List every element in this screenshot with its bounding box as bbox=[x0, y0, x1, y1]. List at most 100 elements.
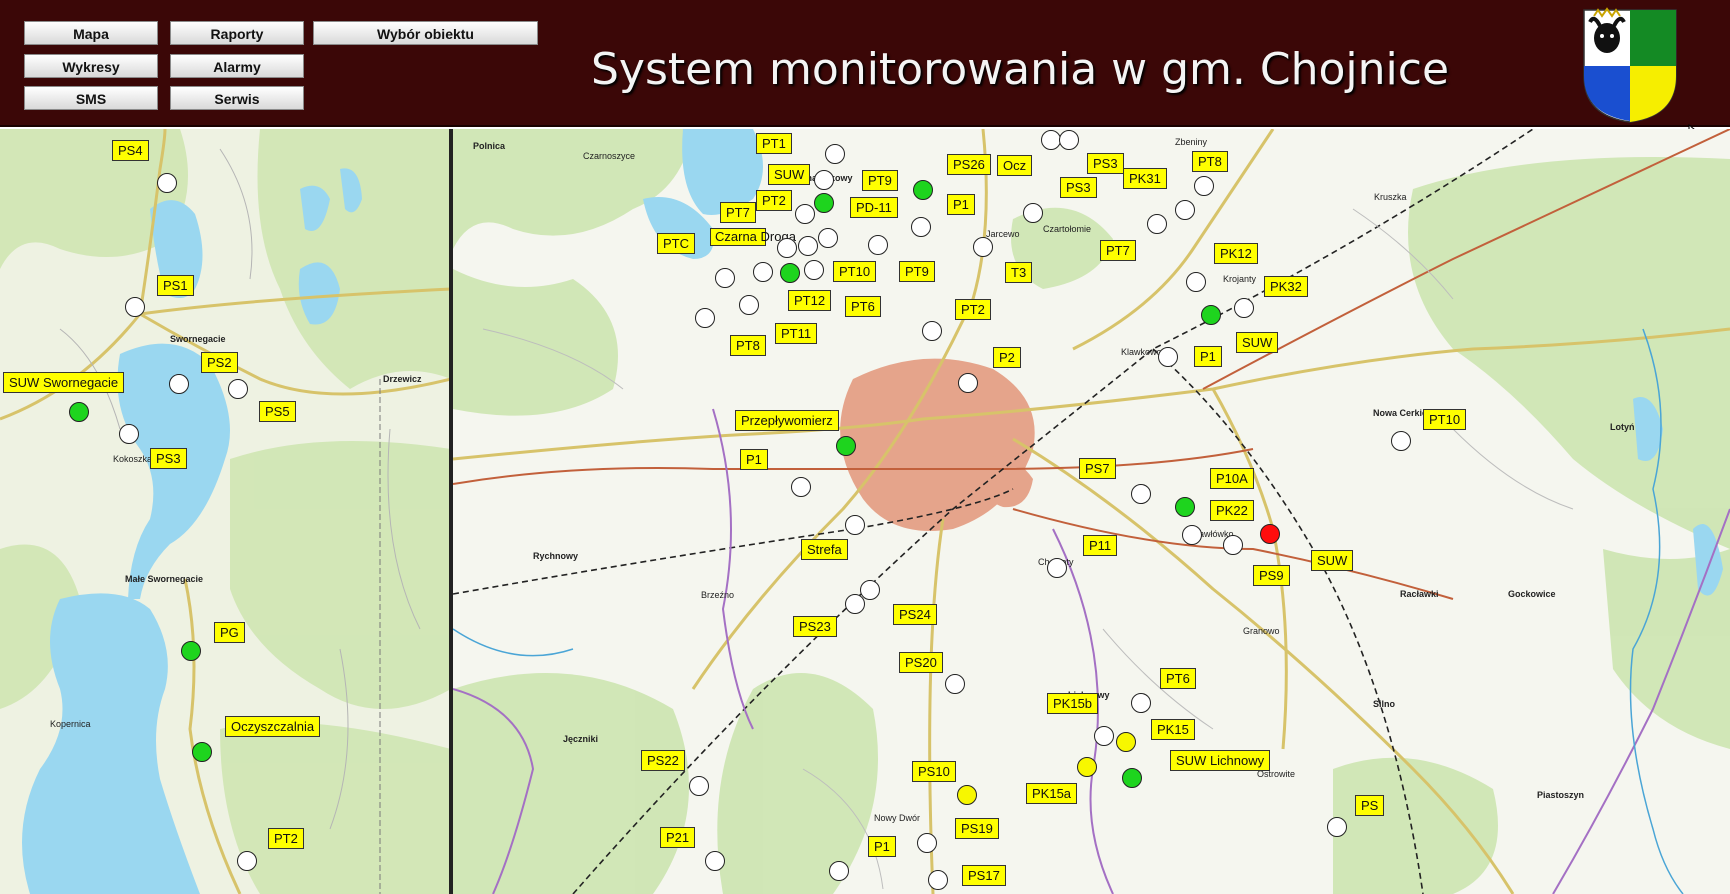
station-label-pk12[interactable]: PK12 bbox=[1214, 243, 1258, 264]
station-marker[interactable] bbox=[804, 260, 824, 280]
station-marker[interactable] bbox=[829, 861, 849, 881]
station-label-ps10[interactable]: PS10 bbox=[912, 761, 956, 782]
station-marker[interactable] bbox=[119, 424, 139, 444]
station-label-pk32[interactable]: PK32 bbox=[1264, 276, 1308, 297]
station-label-pd-11[interactable]: PD-11 bbox=[850, 197, 898, 218]
station-label-pk31[interactable]: PK31 bbox=[1123, 168, 1167, 189]
station-label-p1-bottom[interactable]: P1 bbox=[868, 836, 896, 857]
station-label-suw-mid[interactable]: SUW bbox=[1311, 550, 1354, 571]
station-marker[interactable] bbox=[689, 776, 709, 796]
station-marker[interactable] bbox=[1122, 768, 1142, 788]
station-marker[interactable] bbox=[814, 170, 834, 190]
station-marker[interactable] bbox=[1094, 726, 1114, 746]
station-label-ps22[interactable]: PS22 bbox=[641, 750, 685, 771]
station-label-ps3[interactable]: PS3 bbox=[150, 448, 187, 469]
station-label-pt10[interactable]: PT10 bbox=[833, 261, 877, 282]
station-label-ps19[interactable]: PS19 bbox=[955, 818, 999, 839]
station-label-pg[interactable]: PG bbox=[214, 622, 245, 643]
nav-button-raporty[interactable]: Raporty bbox=[170, 21, 304, 45]
station-label-pt2[interactable]: PT2 bbox=[268, 828, 304, 849]
station-marker[interactable] bbox=[1391, 431, 1411, 451]
station-marker[interactable] bbox=[715, 268, 735, 288]
station-marker[interactable] bbox=[911, 217, 931, 237]
station-label-pt9-mid[interactable]: PT9 bbox=[899, 261, 935, 282]
station-marker[interactable] bbox=[945, 674, 965, 694]
station-marker[interactable] bbox=[1023, 203, 1043, 223]
station-marker[interactable] bbox=[1201, 305, 1221, 325]
station-marker[interactable] bbox=[228, 379, 248, 399]
station-marker[interactable] bbox=[777, 238, 797, 258]
station-marker[interactable] bbox=[69, 402, 89, 422]
nav-button-alarmy[interactable]: Alarmy bbox=[170, 54, 304, 78]
station-marker[interactable] bbox=[1186, 272, 1206, 292]
station-label-p2[interactable]: P2 bbox=[993, 347, 1021, 368]
station-label-ptc[interactable]: PTC bbox=[657, 233, 695, 254]
station-marker[interactable] bbox=[1158, 347, 1178, 367]
station-marker[interactable] bbox=[798, 236, 818, 256]
nav-button-serwis[interactable]: Serwis bbox=[170, 86, 304, 110]
station-marker[interactable] bbox=[1194, 176, 1214, 196]
station-label-suw-r[interactable]: SUW bbox=[1236, 332, 1279, 353]
station-marker[interactable] bbox=[125, 297, 145, 317]
station-marker[interactable] bbox=[1041, 130, 1061, 150]
station-label-p1-left[interactable]: P1 bbox=[740, 449, 768, 470]
station-marker[interactable] bbox=[922, 321, 942, 341]
station-marker[interactable] bbox=[1047, 558, 1067, 578]
station-marker[interactable] bbox=[973, 237, 993, 257]
station-label-przeplywomierz[interactable]: Przepływomierz bbox=[735, 410, 839, 431]
station-label-p1[interactable]: P1 bbox=[947, 194, 975, 215]
station-marker[interactable] bbox=[1131, 693, 1151, 713]
station-marker[interactable] bbox=[917, 833, 937, 853]
station-marker[interactable] bbox=[1327, 817, 1347, 837]
station-label-ocz[interactable]: Ocz bbox=[997, 155, 1033, 176]
station-label-pt8-b[interactable]: PT8 bbox=[730, 335, 766, 356]
warning-station-marker[interactable] bbox=[1077, 757, 1097, 777]
station-marker[interactable] bbox=[818, 228, 838, 248]
station-marker[interactable] bbox=[1147, 214, 1167, 234]
alarm-station-marker[interactable] bbox=[1260, 524, 1280, 544]
station-label-pk15b[interactable]: PK15b bbox=[1047, 693, 1099, 714]
left-map-panel[interactable]: Swornegacie Małe Swornegacie Kokoszka Dr… bbox=[0, 129, 451, 894]
station-label-suw-lichnowy[interactable]: SUW Lichnowy bbox=[1170, 750, 1271, 771]
station-marker[interactable] bbox=[795, 204, 815, 224]
station-marker[interactable] bbox=[237, 851, 257, 871]
station-label-ps9[interactable]: PS9 bbox=[1253, 565, 1290, 586]
station-marker[interactable] bbox=[1223, 535, 1243, 555]
station-label-pt7[interactable]: PT7 bbox=[720, 202, 756, 223]
station-label-ps3[interactable]: PS3 bbox=[1087, 153, 1124, 174]
station-marker[interactable] bbox=[836, 436, 856, 456]
station-label-pk15a[interactable]: PK15a bbox=[1026, 783, 1078, 804]
station-marker[interactable] bbox=[1234, 298, 1254, 318]
station-label-pt11[interactable]: PT11 bbox=[775, 323, 818, 344]
station-label-ps23[interactable]: PS23 bbox=[793, 616, 837, 637]
station-marker[interactable] bbox=[958, 373, 978, 393]
station-label-ps3-b[interactable]: PS3 bbox=[1060, 177, 1097, 198]
station-label-ps17[interactable]: PS17 bbox=[962, 865, 1006, 886]
station-marker[interactable] bbox=[739, 295, 759, 315]
station-marker[interactable] bbox=[845, 594, 865, 614]
station-label-pt10-r[interactable]: PT10 bbox=[1423, 409, 1467, 430]
station-label-pt1[interactable]: PT1 bbox=[756, 133, 792, 154]
station-label-ps7[interactable]: PS7 bbox=[1079, 458, 1116, 479]
station-label-pt6-b[interactable]: PT6 bbox=[1160, 668, 1196, 689]
station-label-pt2[interactable]: PT2 bbox=[756, 190, 792, 211]
station-label-suw[interactable]: SUW bbox=[768, 164, 811, 185]
warning-station-marker[interactable] bbox=[1116, 732, 1136, 752]
station-marker[interactable] bbox=[791, 477, 811, 497]
right-map-panel[interactable]: Polnica Czarnoszyce Charzykowy Jarcewo C… bbox=[453, 129, 1730, 894]
station-marker[interactable] bbox=[753, 262, 773, 282]
station-label-ps26[interactable]: PS26 bbox=[947, 154, 991, 175]
nav-button-wykresy[interactable]: Wykresy bbox=[24, 54, 158, 78]
station-label-t3[interactable]: T3 bbox=[1005, 262, 1033, 283]
station-label-pt8[interactable]: PT8 bbox=[1192, 151, 1228, 172]
station-label-p11[interactable]: P11 bbox=[1083, 535, 1118, 556]
station-label-ps4[interactable]: PS4 bbox=[112, 140, 149, 161]
station-marker[interactable] bbox=[695, 308, 715, 328]
station-label-pt12[interactable]: PT12 bbox=[788, 290, 832, 311]
station-marker[interactable] bbox=[192, 742, 212, 762]
station-label-ps[interactable]: PS bbox=[1355, 795, 1385, 816]
station-label-p10a[interactable]: P10A bbox=[1210, 468, 1254, 489]
station-label-pk15[interactable]: PK15 bbox=[1151, 719, 1195, 740]
station-label-ps5[interactable]: PS5 bbox=[259, 401, 296, 422]
station-marker[interactable] bbox=[157, 173, 177, 193]
